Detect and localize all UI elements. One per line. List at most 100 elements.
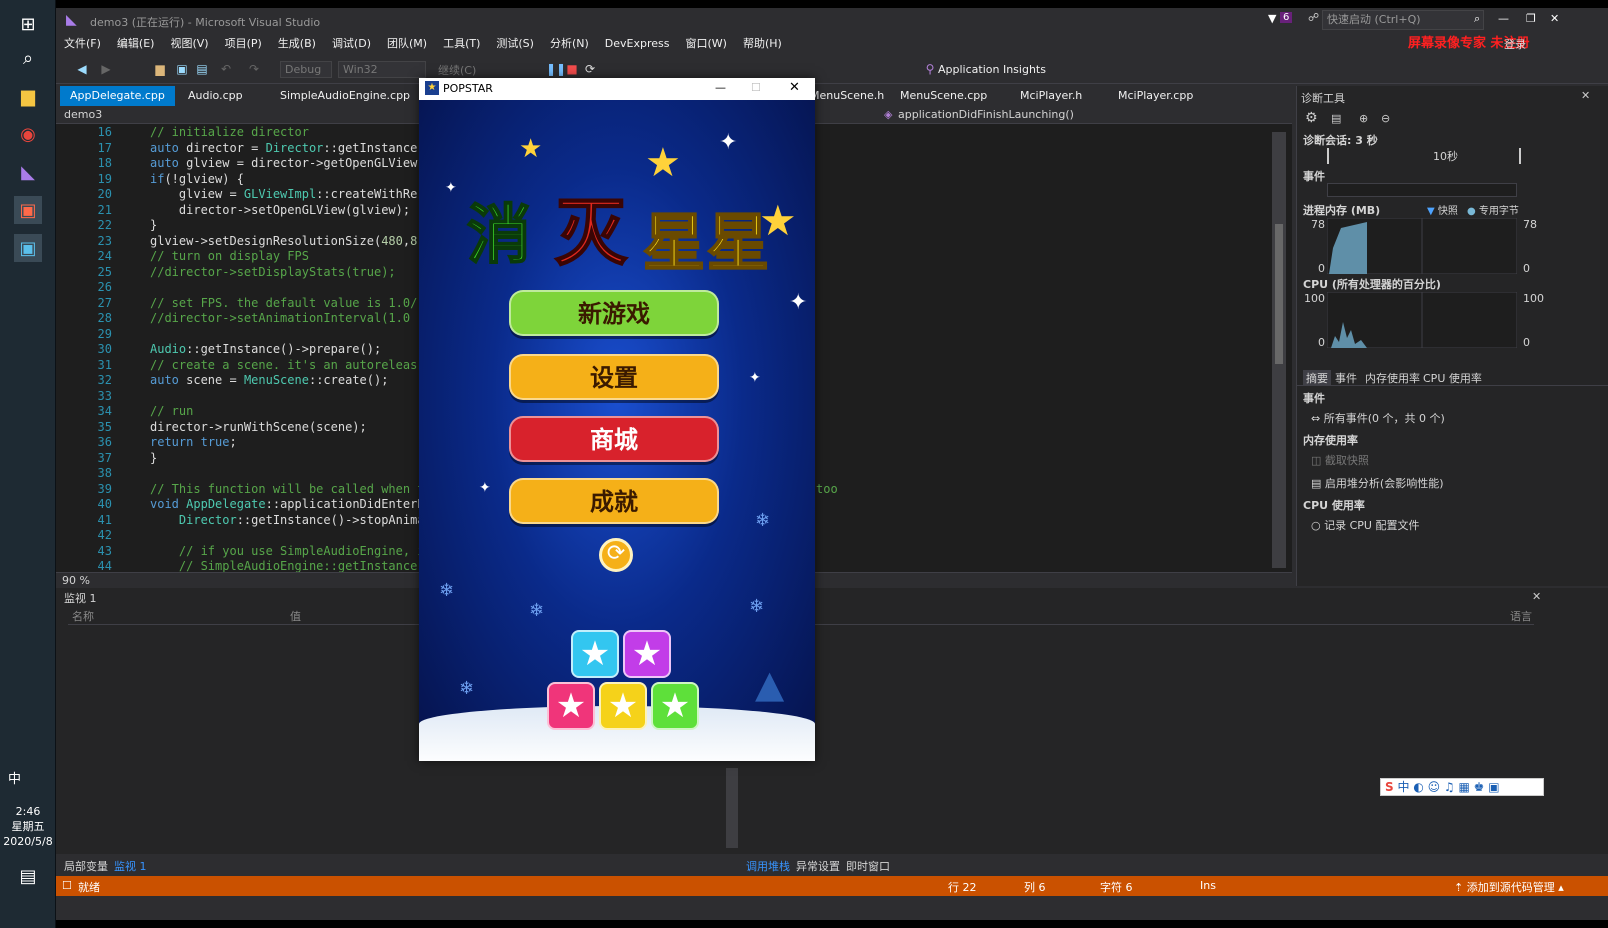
line-number: 34 <box>97 404 112 418</box>
forward-icon[interactable]: ▶ <box>98 61 114 77</box>
diag-select-tools-icon[interactable]: ▤ <box>1331 112 1341 125</box>
visual-studio-icon[interactable]: ◣ <box>14 158 42 186</box>
source-control-button[interactable]: ⇡ 添加到源代码管理 ▴ <box>1454 879 1564 895</box>
save-all-icon[interactable]: ▤ <box>194 61 210 77</box>
watch-close-icon[interactable]: ✕ <box>1532 590 1541 603</box>
platform-select[interactable]: Win32 <box>338 61 426 78</box>
filter-icon[interactable]: ▼ <box>1268 12 1276 25</box>
bottom-tab[interactable]: 局部变量 <box>64 858 108 874</box>
editor-vertical-scrollbar[interactable] <box>1272 132 1286 568</box>
app-insights-button[interactable]: Application Insights <box>938 63 1046 76</box>
refresh-icon[interactable]: ⟳ <box>599 538 633 572</box>
screen-recorder-icon[interactable]: ▣ <box>14 196 42 224</box>
continue-button[interactable]: 继续(C) <box>438 62 476 78</box>
bottom-tab[interactable]: 异常设置 <box>796 858 840 874</box>
redo-icon[interactable]: ↷ <box>246 61 262 77</box>
watch-scrollbar[interactable] <box>726 768 738 848</box>
chrome-icon[interactable]: ◉ <box>14 120 42 148</box>
game-app-icon[interactable]: ▣ <box>14 234 42 262</box>
diag-tab[interactable]: 摘要 <box>1303 370 1331 386</box>
game-minimize-icon[interactable]: — <box>715 81 726 94</box>
pause-icon[interactable]: ❚❚ <box>546 61 566 77</box>
zoom-in-icon[interactable]: ⊕ <box>1359 112 1368 125</box>
heap-analysis-toggle[interactable]: ▤ 启用堆分析(会影响性能) <box>1311 475 1444 491</box>
game-maximize-icon[interactable]: ☐ <box>751 81 761 94</box>
menu-item[interactable]: 工具(T) <box>435 34 488 54</box>
menu-item[interactable]: 测试(S) <box>488 34 542 54</box>
restart-icon[interactable]: ⟳ <box>582 61 598 77</box>
zoom-out-icon[interactable]: ⊖ <box>1381 112 1390 125</box>
search-icon[interactable]: ⌕ <box>14 44 42 72</box>
back-icon[interactable]: ◀ <box>74 61 90 77</box>
line-number: 21 <box>97 202 112 217</box>
menu-item[interactable]: 生成(B) <box>270 34 324 54</box>
doc-tab[interactable]: MenuScene.cpp <box>890 86 997 106</box>
bottom-tab[interactable]: 监视 1 <box>114 858 147 874</box>
ime-indicator[interactable]: 中 <box>8 768 21 787</box>
menu-item[interactable]: 项目(P) <box>217 34 270 54</box>
diag-close-icon[interactable]: ✕ <box>1581 89 1590 102</box>
all-events-link[interactable]: ⇔ 所有事件(0 个，共 0 个) <box>1311 410 1445 426</box>
save-icon[interactable]: ▣ <box>174 61 190 77</box>
menu-item[interactable]: 窗口(W) <box>677 34 734 54</box>
stop-icon[interactable]: ■ <box>564 61 580 77</box>
summary-events-header: 事件 <box>1303 392 1325 405</box>
menu-item[interactable]: DevExpress <box>597 34 678 54</box>
diag-tab[interactable]: 事件 <box>1335 370 1357 386</box>
open-icon[interactable]: ▆ <box>152 61 168 77</box>
star-icon: ★ <box>555 686 587 726</box>
bottom-tab[interactable]: 即时窗口 <box>846 858 890 874</box>
doc-tab[interactable]: Audio.cpp <box>178 86 253 106</box>
new-game-button[interactable]: 新游戏 <box>509 290 719 336</box>
memory-graph[interactable] <box>1327 218 1517 274</box>
diag-tab[interactable]: CPU 使用率 <box>1423 370 1482 386</box>
diag-tab[interactable]: 内存使用率 <box>1365 370 1420 386</box>
doc-tab[interactable]: MciPlayer.cpp <box>1108 86 1203 106</box>
close-icon[interactable]: ✕ <box>1550 12 1559 25</box>
events-track[interactable] <box>1327 183 1517 197</box>
code-overflow-text: too <box>816 482 838 496</box>
member-dropdown[interactable]: applicationDidFinishLaunching() <box>898 108 1074 121</box>
game-canvas[interactable]: ✦ ✦ ✦ ✦ ✦ ★ ★ ★ 消 灭 星 星 新游戏 设置 商城 成就 ⟳ ❄… <box>419 100 815 761</box>
configuration-select[interactable]: Debug <box>280 61 332 78</box>
game-close-icon[interactable]: ✕ <box>789 80 800 95</box>
zoom-level[interactable]: 90 % <box>62 574 90 587</box>
menu-item[interactable]: 团队(M) <box>379 34 435 54</box>
clock[interactable]: 2:46 星期五 2020/5/8 <box>0 804 56 849</box>
record-cpu-button[interactable]: ○ 记录 CPU 配置文件 <box>1311 517 1419 533</box>
timeline-ruler[interactable]: 10秒 <box>1327 148 1521 164</box>
notification-badge[interactable]: 6 <box>1280 12 1293 23</box>
popstar-game-window: ★ POPSTAR — ☐ ✕ ✦ ✦ ✦ ✦ ✦ ★ ★ ★ 消 灭 星 星 … <box>419 78 815 761</box>
doc-tab[interactable]: SimpleAudioEngine.cpp <box>270 86 420 106</box>
menu-item[interactable]: 文件(F) <box>56 34 109 54</box>
christmas-tree-icon: ▲ <box>755 662 785 706</box>
notification-center-icon[interactable]: ▤ <box>14 862 42 890</box>
undo-icon[interactable]: ↶ <box>218 61 234 77</box>
achievements-button[interactable]: 成就 <box>509 478 719 524</box>
quick-launch-search-icon[interactable]: ⌕ <box>1474 12 1480 26</box>
minimize-icon[interactable]: — <box>1498 12 1509 25</box>
doc-tab[interactable]: MciPlayer.h <box>1010 86 1092 106</box>
menu-item[interactable]: 帮助(H) <box>735 34 790 54</box>
file-explorer-icon[interactable]: ▆ <box>14 82 42 110</box>
restore-icon[interactable]: ❐ <box>1526 12 1536 25</box>
shop-button[interactable]: 商城 <box>509 416 719 462</box>
visual-studio-window: ◣ demo3 (正在运行) - Microsoft Visual Studio… <box>56 8 1608 920</box>
doc-tab[interactable]: AppDelegate.cpp <box>60 86 175 106</box>
quick-launch-input[interactable]: 快速启动 (Ctrl+Q) <box>1322 10 1484 30</box>
snowflake-icon: ❄ <box>439 580 455 601</box>
cpu-graph[interactable] <box>1327 292 1517 348</box>
settings-button[interactable]: 设置 <box>509 354 719 400</box>
bottom-tab[interactable]: 调用堆栈 <box>746 858 790 874</box>
menu-item[interactable]: 编辑(E) <box>109 34 163 54</box>
menu-item[interactable]: 调试(D) <box>324 34 379 54</box>
menu-item[interactable]: 视图(V) <box>162 34 216 54</box>
windows-start-icon[interactable]: ⊞ <box>14 10 42 38</box>
project-dropdown[interactable]: demo3 <box>64 108 102 121</box>
feedback-icon[interactable]: ☍ <box>1308 11 1319 24</box>
diag-settings-icon[interactable]: ⚙ <box>1305 110 1318 126</box>
take-snapshot-button[interactable]: ◫ 截取快照 <box>1311 452 1369 468</box>
menu-item[interactable]: 分析(N) <box>542 34 597 54</box>
sogou-ime-toolbar[interactable]: S 中 ◐ ☺ ♫ ▦ ♚ ▣ <box>1380 778 1544 796</box>
star-blocks-bottom: ★ ★ ★ <box>547 682 703 732</box>
